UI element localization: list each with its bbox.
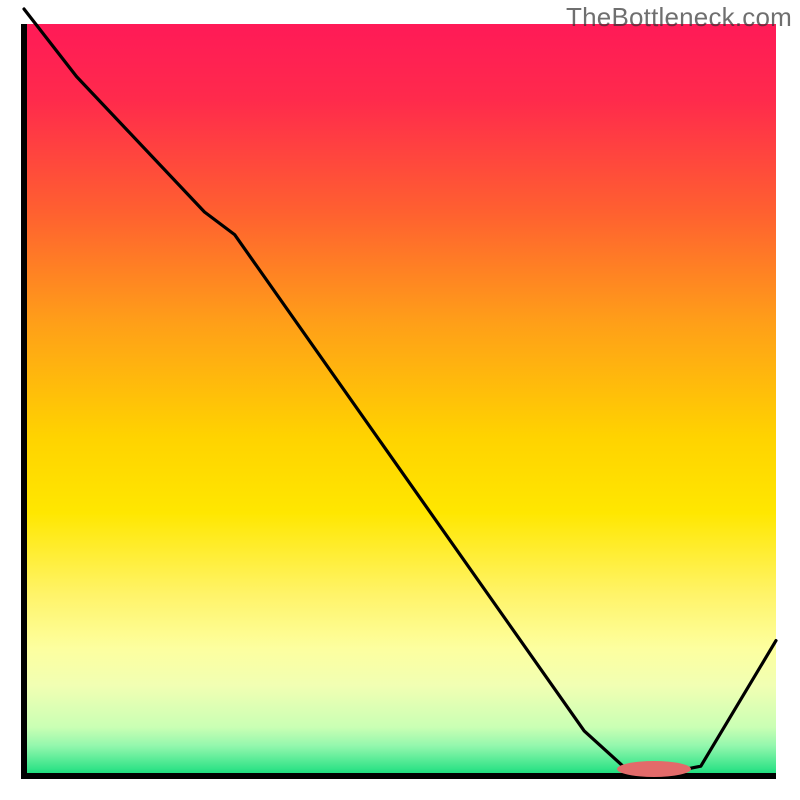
bottleneck-chart	[0, 0, 800, 800]
watermark-text: TheBottleneck.com	[566, 2, 792, 33]
sweet-spot-marker	[617, 761, 691, 777]
chart-container: TheBottleneck.com	[0, 0, 800, 800]
gradient-background	[24, 24, 776, 776]
